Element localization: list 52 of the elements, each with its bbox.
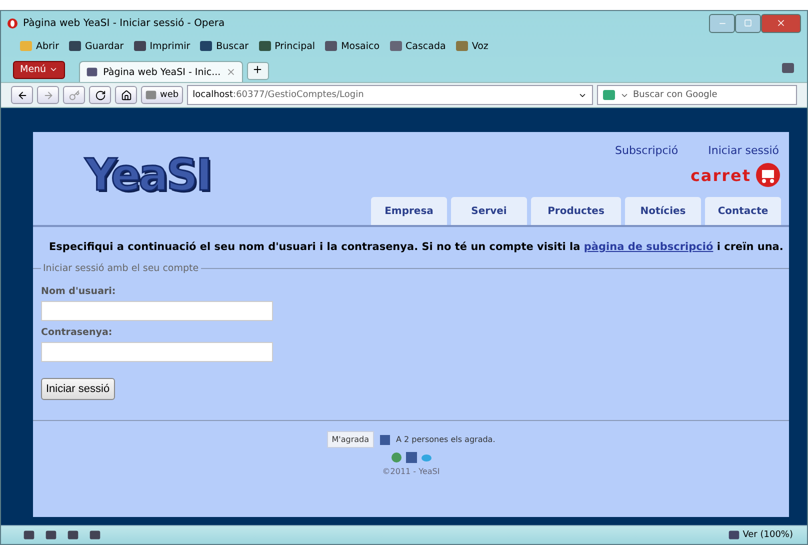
maximize-icon [744, 19, 752, 27]
reload-button[interactable] [89, 86, 111, 104]
key-icon [68, 90, 80, 100]
window-title: Pàgina web YeaSI - Iniciar sessió - Opera [23, 18, 225, 28]
like-count-text: A 2 persones els agrada. [396, 435, 496, 444]
maximize-button[interactable] [735, 14, 761, 32]
back-button[interactable] [11, 86, 33, 104]
copyright-text: ©2011 - YeaSI [382, 467, 440, 476]
forward-arrow-icon [42, 90, 54, 100]
input-field[interactable] [41, 301, 273, 321]
nav-tab[interactable]: Servei [451, 197, 527, 225]
toolbar-button[interactable]: Imprimir [132, 39, 190, 53]
close-tab-icon[interactable] [226, 67, 236, 77]
browser-tab[interactable]: Pàgina web YeaSI - Inic... [79, 61, 243, 82]
like-button[interactable]: M'agrada [326, 431, 374, 448]
login-button[interactable]: Iniciar sessió [41, 378, 115, 400]
site-logo: YeaSI [84, 149, 210, 203]
fieldset-legend: Iniciar sessió amb el seu compte [41, 263, 201, 274]
address-field[interactable]: localhost:60377/GestioComptes/Login [186, 85, 593, 105]
caret-icon [49, 65, 58, 74]
input-field[interactable] [41, 342, 273, 362]
nav-tab[interactable]: Notícies [625, 197, 701, 225]
toolbar-button[interactable]: Buscar [199, 39, 249, 53]
field-label: Contrasenya: [41, 327, 114, 338]
nav-tab[interactable]: Empresa [371, 197, 447, 225]
new-tab-button[interactable] [246, 62, 269, 80]
header-link[interactable]: Subscripció [614, 144, 678, 157]
close-button[interactable] [761, 14, 801, 32]
header-link[interactable]: Iniciar sessió [708, 144, 779, 157]
home-button[interactable] [115, 86, 137, 104]
zoom-button[interactable]: Ver (100%) [722, 527, 799, 543]
nav-tab[interactable]: Contacte [705, 197, 781, 225]
intro-text: Especifiqui a continuació el seu nom d'usuari i la contrasenya. Si no té un compte visiti la pàgina de subscripció i creïn una. [49, 241, 784, 253]
toolbar-button[interactable]: Voz [454, 39, 488, 53]
plus-icon [252, 64, 264, 75]
search-field[interactable]: Buscar con Google [597, 85, 797, 105]
menu-button[interactable]: Menú [13, 60, 66, 78]
back-arrow-icon [16, 90, 28, 100]
toolbar-button[interactable]: Mosaico [324, 39, 380, 53]
subscription-link[interactable]: pàgina de subscripció [584, 241, 714, 253]
toolbar-button[interactable]: Cascada [388, 39, 446, 53]
toolbar-button[interactable]: Guardar [68, 39, 124, 53]
close-icon [776, 18, 786, 28]
browser-logo-icon [7, 18, 18, 28]
toolbar-button[interactable]: Principal [258, 39, 316, 53]
reload-icon [94, 90, 106, 100]
nav-tab[interactable]: Productes [531, 197, 621, 225]
toolbar-button[interactable]: Abrir [19, 39, 59, 53]
cart-icon[interactable] [755, 162, 781, 188]
web-button[interactable]: web [141, 86, 183, 104]
field-label: Nom d'usuari: [41, 286, 117, 297]
minimize-button[interactable] [709, 14, 735, 32]
